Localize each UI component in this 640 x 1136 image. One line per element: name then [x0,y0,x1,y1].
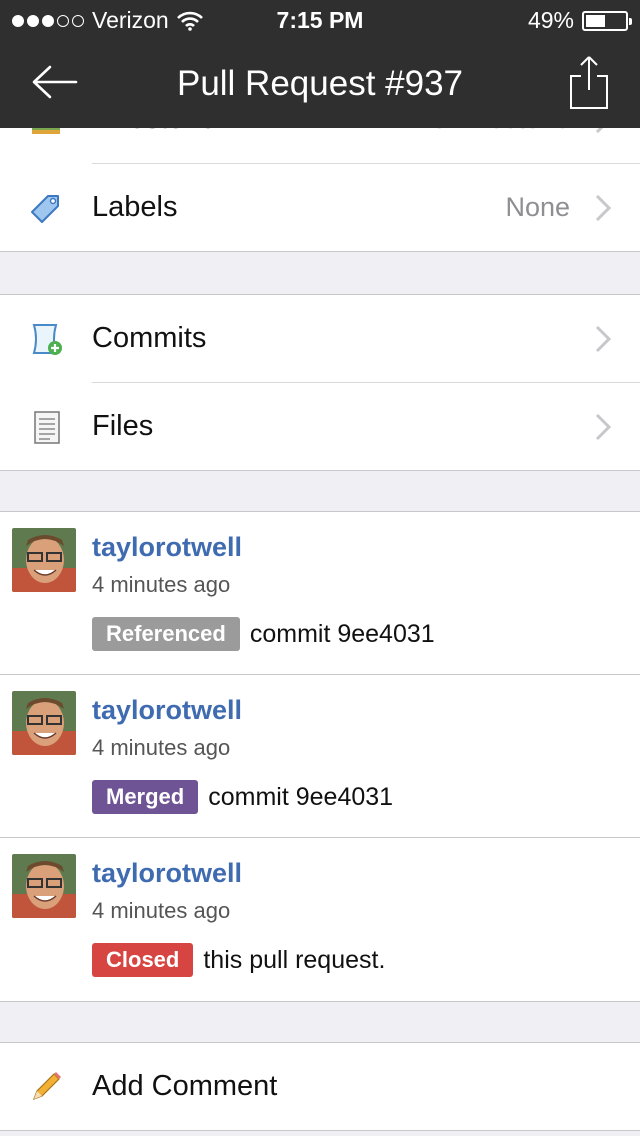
event-username[interactable]: taylorotwell [92,532,242,563]
battery-percent: 49% [527,7,574,33]
timeline-event: taylorotwell 4 minutes ago Merged commit… [0,675,640,838]
status-badge-merged: Merged [92,780,199,814]
files-label: Files [92,410,154,442]
status-badge-referenced: Referenced [92,617,240,651]
avatar[interactable] [12,854,76,918]
commits-label: Commits [92,322,207,354]
page-title: Pull Request #937 [176,64,464,103]
timeline-event: taylorotwell 4 minutes ago Referenced co… [0,512,640,675]
chevron-right-icon [595,194,612,222]
event-timestamp: 4 minutes ago [92,572,231,597]
event-description: Referenced commit 9ee4031 [92,617,435,651]
event-timestamp: 4 minutes ago [92,735,231,760]
file-icon [34,411,60,444]
links-section: Commits Files [0,294,640,471]
share-icon[interactable] [568,54,610,110]
timeline-event: taylorotwell 4 minutes ago Closed this p… [0,838,640,1001]
files-row[interactable]: Files [0,383,640,470]
labels-row[interactable]: Labels None [0,164,640,251]
events-section: taylorotwell 4 minutes ago Referenced co… [0,511,640,1002]
tag-icon [31,195,59,223]
avatar[interactable] [12,528,76,592]
event-username[interactable]: taylorotwell [92,858,242,889]
add-comment-label: Add Comment [92,1070,278,1102]
labels-value: None [505,192,570,222]
add-comment-button[interactable]: Add Comment [0,1043,640,1130]
event-description: Closed this pull request. [92,943,385,977]
battery-icon [582,10,632,31]
labels-label: Labels [92,191,178,223]
chevron-right-icon [595,325,612,353]
commits-scroll-icon [32,324,62,355]
status-badge-closed: Closed [92,943,194,977]
battery-info: 49% [527,7,632,34]
event-description: Merged commit 9ee4031 [92,780,393,814]
event-text[interactable]: commit 9ee4031 [208,783,393,812]
event-timestamp: 4 minutes ago [92,898,231,923]
avatar[interactable] [12,691,76,755]
status-bar: Verizon 7:15 PM 49% [0,0,640,40]
add-comment-section: Add Comment [0,1042,640,1131]
commits-row[interactable]: Commits [0,295,640,382]
event-text[interactable]: commit 9ee4031 [250,620,435,649]
navigation-bar: Pull Request #937 [0,40,640,128]
pencil-icon [32,1072,61,1101]
event-text: this pull request. [203,945,386,974]
chevron-right-icon [595,413,612,441]
event-username[interactable]: taylorotwell [92,695,242,726]
